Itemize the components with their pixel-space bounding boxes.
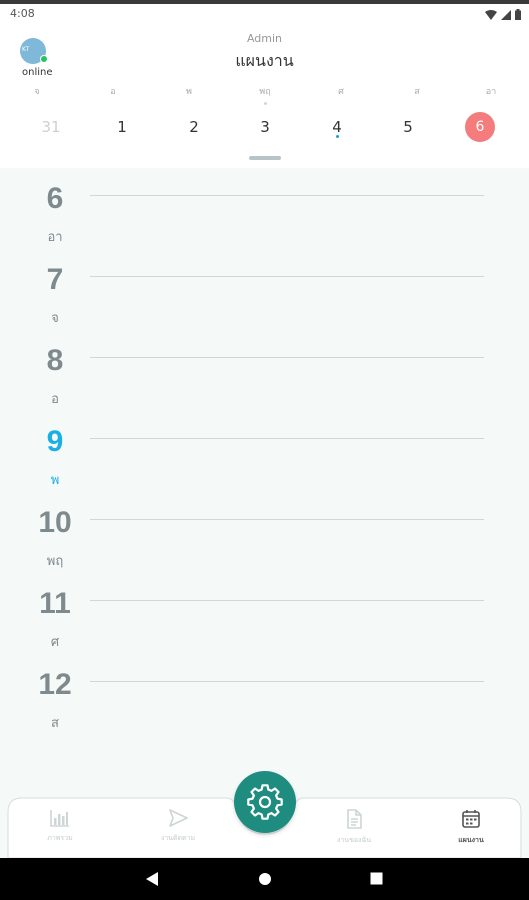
- header: KT online Admin แผนงาน จ อ พ พฤ ศ ส อา 3…: [0, 28, 529, 168]
- settings-fab-button[interactable]: [234, 771, 296, 833]
- day-row[interactable]: 6 อา: [0, 168, 529, 249]
- nav-item-my-tasks[interactable]: งานของฉัน: [314, 808, 394, 846]
- back-icon[interactable]: [145, 871, 159, 887]
- nav-item-follow-up[interactable]: งานติดตาม: [138, 808, 218, 844]
- nav-label: งานติดตาม: [160, 834, 196, 842]
- page-title: แผนงาน: [235, 51, 294, 70]
- day-list: 6 อา 7 จ 8 อ 9 พ 10 พฤ 11 ศ 12 ส: [0, 168, 529, 788]
- signal-icon: [501, 9, 511, 20]
- day-divider: [90, 681, 484, 682]
- today-marker: [263, 102, 267, 105]
- day-number: 12: [38, 668, 72, 701]
- week-day-header: จ อ พ พฤ ศ ส อา: [0, 84, 529, 98]
- nav-label: แผนงาน: [458, 836, 484, 844]
- system-navigation-bar: [0, 858, 529, 900]
- event-indicator: [335, 135, 339, 138]
- day-divider: [90, 600, 484, 601]
- send-icon: [169, 809, 188, 827]
- day-row[interactable]: 8 อ: [0, 330, 529, 411]
- nav-label: งานของฉัน: [336, 836, 372, 844]
- day-row[interactable]: 7 จ: [0, 249, 529, 330]
- day-name: ศ: [50, 635, 60, 650]
- recents-icon[interactable]: [370, 872, 383, 885]
- date-cell[interactable]: 1: [107, 112, 137, 142]
- week-date-strip: 31 1 2 3 4 5 6: [0, 112, 529, 142]
- day-name: อ: [51, 392, 59, 407]
- battery-icon: [515, 9, 521, 20]
- nav-item-overview[interactable]: ภาพรวม: [20, 808, 100, 844]
- date-cell-selected[interactable]: 6: [465, 112, 495, 142]
- calendar-icon: [462, 810, 480, 828]
- role-label: Admin: [246, 32, 283, 45]
- home-icon[interactable]: [258, 872, 272, 886]
- week-day-label: ส: [414, 87, 420, 97]
- nav-label: ภาพรวม: [47, 834, 73, 842]
- wifi-icon: [485, 9, 497, 20]
- day-name: อา: [47, 230, 63, 245]
- week-day-label: จ: [34, 87, 40, 97]
- day-divider: [90, 438, 484, 439]
- status-time: 4:08: [10, 7, 35, 20]
- day-number: 8: [46, 344, 64, 377]
- day-number: 11: [39, 587, 71, 620]
- day-row[interactable]: 11 ศ: [0, 573, 529, 654]
- status-bar: 4:08: [0, 0, 529, 28]
- date-cell[interactable]: 5: [393, 112, 423, 142]
- day-row-current[interactable]: 9 พ: [0, 411, 529, 492]
- week-day-label: ศ: [338, 87, 344, 97]
- week-day-label: พ: [186, 87, 192, 97]
- drag-handle[interactable]: [249, 156, 281, 160]
- day-divider: [90, 519, 484, 520]
- day-row[interactable]: 10 พฤ: [0, 492, 529, 573]
- bar-chart-icon: [50, 810, 69, 827]
- week-day-label: พฤ: [259, 87, 271, 97]
- day-row[interactable]: 12 ส: [0, 654, 529, 735]
- day-name: พ: [50, 473, 60, 488]
- day-number: 6: [46, 182, 64, 215]
- date-cell[interactable]: 2: [179, 112, 209, 142]
- day-divider: [90, 357, 484, 358]
- document-icon: [347, 809, 362, 829]
- day-number: 7: [46, 263, 64, 296]
- day-divider: [90, 195, 484, 196]
- day-number: 9: [46, 425, 64, 458]
- status-icons: [485, 9, 521, 20]
- week-day-label: อ: [110, 87, 116, 97]
- day-name: พฤ: [46, 554, 64, 569]
- gear-icon: [247, 784, 283, 820]
- nav-item-plan[interactable]: แผนงาน: [431, 808, 511, 846]
- day-divider: [90, 276, 484, 277]
- day-name: จ: [51, 311, 59, 326]
- day-name: ส: [51, 716, 59, 731]
- date-cell[interactable]: 31: [36, 112, 66, 142]
- day-number: 10: [38, 506, 72, 539]
- app-screen: 4:08 KT online Admin แผนงาน จ อ พ พฤ ศ ส…: [0, 0, 529, 900]
- date-cell[interactable]: 3: [250, 112, 280, 142]
- week-day-label: อา: [485, 87, 497, 97]
